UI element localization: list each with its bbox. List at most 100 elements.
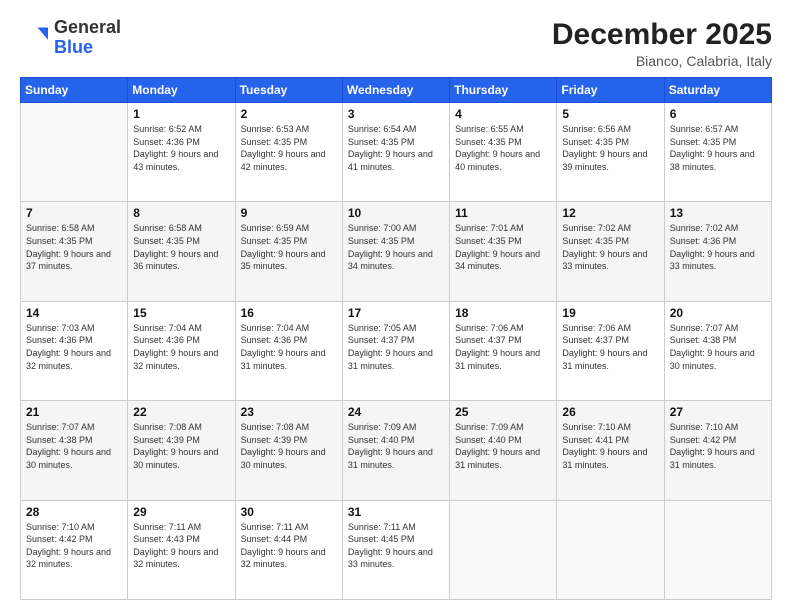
day-number: 30: [241, 505, 337, 519]
day-number: 3: [348, 107, 444, 121]
day-number: 1: [133, 107, 229, 121]
logo-blue-text: Blue: [54, 37, 93, 57]
calendar-cell: 18 Sunrise: 7:06 AMSunset: 4:37 PMDayligh…: [450, 301, 557, 400]
calendar-cell: 28 Sunrise: 7:10 AMSunset: 4:42 PMDayligh…: [21, 500, 128, 599]
day-info: Sunrise: 7:00 AMSunset: 4:35 PMDaylight:…: [348, 222, 444, 272]
calendar-cell: 23 Sunrise: 7:08 AMSunset: 4:39 PMDayligh…: [235, 401, 342, 500]
calendar-cell: 16 Sunrise: 7:04 AMSunset: 4:36 PMDayligh…: [235, 301, 342, 400]
day-number: 23: [241, 405, 337, 419]
calendar-cell: 12 Sunrise: 7:02 AMSunset: 4:35 PMDayligh…: [557, 202, 664, 301]
logo-icon: [20, 24, 48, 52]
day-number: 8: [133, 206, 229, 220]
day-info: Sunrise: 6:58 AMSunset: 4:35 PMDaylight:…: [26, 222, 122, 272]
day-number: 18: [455, 306, 551, 320]
day-info: Sunrise: 7:02 AMSunset: 4:35 PMDaylight:…: [562, 222, 658, 272]
day-info: Sunrise: 7:11 AMSunset: 4:45 PMDaylight:…: [348, 521, 444, 571]
day-number: 22: [133, 405, 229, 419]
day-info: Sunrise: 7:05 AMSunset: 4:37 PMDaylight:…: [348, 322, 444, 372]
day-number: 6: [670, 107, 766, 121]
calendar-cell: 21Sunrise: 7:07 AMSunset: 4:38 PMDayligh…: [21, 401, 128, 500]
title-block: December 2025 Bianco, Calabria, Italy: [552, 18, 772, 69]
calendar-cell: 5 Sunrise: 6:56 AMSunset: 4:35 PMDaylight…: [557, 103, 664, 202]
calendar-cell: 15 Sunrise: 7:04 AMSunset: 4:36 PMDayligh…: [128, 301, 235, 400]
day-info: Sunrise: 7:08 AMSunset: 4:39 PMDaylight:…: [241, 421, 337, 471]
month-title: December 2025: [552, 18, 772, 51]
day-number: 21: [26, 405, 122, 419]
day-number: 7: [26, 206, 122, 220]
day-info: Sunrise: 7:01 AMSunset: 4:35 PMDaylight:…: [455, 222, 551, 272]
calendar-cell: 26 Sunrise: 7:10 AMSunset: 4:41 PMDayligh…: [557, 401, 664, 500]
day-info: Sunrise: 7:03 AMSunset: 4:36 PMDaylight:…: [26, 322, 122, 372]
day-number: 27: [670, 405, 766, 419]
day-number: 26: [562, 405, 658, 419]
day-info: Sunrise: 6:52 AMSunset: 4:36 PMDaylight:…: [133, 123, 229, 173]
calendar-cell: 11 Sunrise: 7:01 AMSunset: 4:35 PMDayligh…: [450, 202, 557, 301]
day-number: 13: [670, 206, 766, 220]
day-info: Sunrise: 6:58 AMSunset: 4:35 PMDaylight:…: [133, 222, 229, 272]
calendar-week-row: 14Sunrise: 7:03 AMSunset: 4:36 PMDayligh…: [21, 301, 772, 400]
day-number: 15: [133, 306, 229, 320]
calendar-cell: 9 Sunrise: 6:59 AMSunset: 4:35 PMDaylight…: [235, 202, 342, 301]
day-info: Sunrise: 7:06 AMSunset: 4:37 PMDaylight:…: [562, 322, 658, 372]
day-info: Sunrise: 7:02 AMSunset: 4:36 PMDaylight:…: [670, 222, 766, 272]
calendar-cell: 14Sunrise: 7:03 AMSunset: 4:36 PMDayligh…: [21, 301, 128, 400]
calendar-header-sunday: Sunday: [21, 78, 128, 103]
day-number: 11: [455, 206, 551, 220]
calendar-cell: [21, 103, 128, 202]
day-info: Sunrise: 7:09 AMSunset: 4:40 PMDaylight:…: [348, 421, 444, 471]
calendar-table: SundayMondayTuesdayWednesdayThursdayFrid…: [20, 77, 772, 600]
day-info: Sunrise: 7:09 AMSunset: 4:40 PMDaylight:…: [455, 421, 551, 471]
calendar-cell: 3Sunrise: 6:54 AMSunset: 4:35 PMDaylight…: [342, 103, 449, 202]
day-number: 9: [241, 206, 337, 220]
day-number: 10: [348, 206, 444, 220]
calendar-cell: [557, 500, 664, 599]
calendar-cell: 10 Sunrise: 7:00 AMSunset: 4:35 PMDayligh…: [342, 202, 449, 301]
calendar-cell: 24Sunrise: 7:09 AMSunset: 4:40 PMDayligh…: [342, 401, 449, 500]
calendar-cell: 30Sunrise: 7:11 AMSunset: 4:44 PMDayligh…: [235, 500, 342, 599]
logo: General Blue: [20, 18, 121, 58]
calendar-cell: 6 Sunrise: 6:57 AMSunset: 4:35 PMDaylight…: [664, 103, 771, 202]
day-number: 19: [562, 306, 658, 320]
header: General Blue December 2025 Bianco, Calab…: [20, 18, 772, 69]
day-info: Sunrise: 6:53 AMSunset: 4:35 PMDaylight:…: [241, 123, 337, 173]
day-info: Sunrise: 6:56 AMSunset: 4:35 PMDaylight:…: [562, 123, 658, 173]
calendar-cell: 17 Sunrise: 7:05 AMSunset: 4:37 PMDayligh…: [342, 301, 449, 400]
day-info: Sunrise: 7:10 AMSunset: 4:42 PMDaylight:…: [670, 421, 766, 471]
calendar-week-row: 1 Sunrise: 6:52 AMSunset: 4:36 PMDaylight…: [21, 103, 772, 202]
calendar-week-row: 7 Sunrise: 6:58 AMSunset: 4:35 PMDaylight…: [21, 202, 772, 301]
calendar-cell: 29Sunrise: 7:11 AMSunset: 4:43 PMDayligh…: [128, 500, 235, 599]
day-info: Sunrise: 7:04 AMSunset: 4:36 PMDaylight:…: [133, 322, 229, 372]
calendar-cell: 8 Sunrise: 6:58 AMSunset: 4:35 PMDaylight…: [128, 202, 235, 301]
day-info: Sunrise: 6:59 AMSunset: 4:35 PMDaylight:…: [241, 222, 337, 272]
day-number: 31: [348, 505, 444, 519]
day-number: 12: [562, 206, 658, 220]
day-info: Sunrise: 7:11 AMSunset: 4:43 PMDaylight:…: [133, 521, 229, 571]
day-info: Sunrise: 7:08 AMSunset: 4:39 PMDaylight:…: [133, 421, 229, 471]
calendar-header-wednesday: Wednesday: [342, 78, 449, 103]
logo-text: General Blue: [54, 18, 121, 58]
day-number: 2: [241, 107, 337, 121]
calendar-header-thursday: Thursday: [450, 78, 557, 103]
day-number: 4: [455, 107, 551, 121]
day-number: 16: [241, 306, 337, 320]
calendar-cell: 2 Sunrise: 6:53 AMSunset: 4:35 PMDaylight…: [235, 103, 342, 202]
calendar-header-monday: Monday: [128, 78, 235, 103]
day-number: 5: [562, 107, 658, 121]
day-info: Sunrise: 7:07 AMSunset: 4:38 PMDaylight:…: [670, 322, 766, 372]
calendar-cell: [664, 500, 771, 599]
calendar-header-row: SundayMondayTuesdayWednesdayThursdayFrid…: [21, 78, 772, 103]
location: Bianco, Calabria, Italy: [552, 53, 772, 69]
calendar-week-row: 21Sunrise: 7:07 AMSunset: 4:38 PMDayligh…: [21, 401, 772, 500]
day-info: Sunrise: 7:04 AMSunset: 4:36 PMDaylight:…: [241, 322, 337, 372]
calendar-cell: 4Sunrise: 6:55 AMSunset: 4:35 PMDaylight…: [450, 103, 557, 202]
day-number: 28: [26, 505, 122, 519]
calendar-cell: 27 Sunrise: 7:10 AMSunset: 4:42 PMDayligh…: [664, 401, 771, 500]
day-info: Sunrise: 7:06 AMSunset: 4:37 PMDaylight:…: [455, 322, 551, 372]
day-number: 17: [348, 306, 444, 320]
calendar-week-row: 28 Sunrise: 7:10 AMSunset: 4:42 PMDayligh…: [21, 500, 772, 599]
day-info: Sunrise: 7:10 AMSunset: 4:42 PMDaylight:…: [26, 521, 122, 571]
day-number: 20: [670, 306, 766, 320]
calendar-cell: 13 Sunrise: 7:02 AMSunset: 4:36 PMDayligh…: [664, 202, 771, 301]
day-info: Sunrise: 6:57 AMSunset: 4:35 PMDaylight:…: [670, 123, 766, 173]
day-info: Sunrise: 7:10 AMSunset: 4:41 PMDaylight:…: [562, 421, 658, 471]
